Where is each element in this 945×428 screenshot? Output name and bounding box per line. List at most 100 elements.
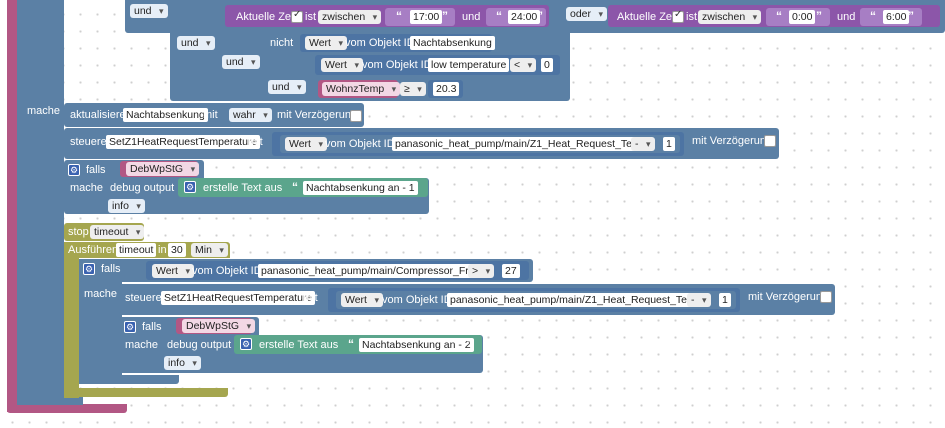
debug-text-3[interactable]: Nachtabsenkung an - 2	[359, 338, 474, 352]
text-join-label-1: erstelle Text aus	[203, 182, 283, 194]
gear-icon[interactable]: ⚙	[68, 164, 80, 176]
time-ist-2: ist	[686, 11, 697, 23]
time-to-field-1[interactable]: 24:00	[508, 10, 541, 24]
compare-op-dropdown-2[interactable]: >	[468, 264, 495, 278]
time-ist-1: ist	[305, 11, 316, 23]
time-op-dropdown-1[interactable]: zwischen	[318, 10, 382, 24]
time-from-field-2[interactable]: 0:00	[789, 10, 816, 24]
quote-close-icon: ”	[412, 180, 418, 194]
object-id-nachtabsenkung[interactable]: Nachtabsenkung	[410, 36, 495, 50]
compare-value-27[interactable]: 27	[502, 264, 520, 278]
wert-dropdown[interactable]: Wert	[305, 36, 347, 50]
compare-value-0[interactable]: 0	[541, 58, 553, 72]
wohnztemp-value[interactable]: 20.3	[433, 82, 460, 96]
control-id-2[interactable]: SetZ1HeatRequestTemperature	[161, 291, 316, 305]
stop-timeout-dropdown[interactable]: timeout	[90, 225, 145, 239]
math-value-2[interactable]: 1	[719, 293, 731, 307]
und-dropdown-1[interactable]: und	[130, 4, 168, 18]
timeout-value-field[interactable]: 30	[168, 243, 186, 257]
time-from-field-1[interactable]: 17:00	[410, 10, 443, 24]
if-var-dropdown-3[interactable]: DebWpStG	[182, 319, 256, 333]
quote-open-icon: “	[776, 9, 782, 23]
compare-op-dropdown[interactable]: ≥	[400, 82, 426, 96]
if-mache-2: mache	[84, 288, 118, 300]
gear-icon[interactable]: ⚙	[184, 181, 196, 193]
control-object-id-2[interactable]: panasonic_heat_pump/main/Z1_Heat_Request…	[447, 293, 705, 307]
vom-objekt-label: vom Objekt ID	[192, 265, 262, 277]
timeout-unit-dropdown[interactable]: Min	[191, 243, 228, 257]
quote-open-icon: “	[870, 9, 876, 23]
if-var-dropdown-1[interactable]: DebWpStG	[126, 162, 200, 176]
time-op-dropdown-2[interactable]: zwischen	[698, 10, 762, 24]
time-and-1: und	[462, 11, 481, 23]
time-label-1: Aktuelle Zeit	[236, 11, 297, 23]
if-falls-1: falls	[86, 164, 106, 176]
timeout-block-side	[64, 242, 79, 398]
mache-label-main: mache	[27, 105, 61, 117]
if-block-2-bottom	[79, 375, 179, 384]
vom-objekt-label: vom Objekt ID	[345, 37, 415, 49]
control-id-1[interactable]: SetZ1HeatRequestTemperature	[106, 135, 261, 149]
time-checkbox-1[interactable]	[291, 9, 303, 23]
time-label-2: Aktuelle Zeit	[617, 11, 678, 23]
quote-open-icon: “	[496, 9, 502, 23]
timeout-run-label: Ausführen	[68, 244, 119, 256]
vom-objekt-label: vom Objekt ID	[382, 294, 452, 306]
update-value-dropdown[interactable]: wahr	[229, 108, 272, 122]
if-falls-3: falls	[142, 321, 162, 333]
wert-dropdown[interactable]: Wert	[285, 137, 327, 151]
quote-open-icon: “	[396, 9, 402, 23]
wohnztemp-dropdown[interactable]: WohnzTemp	[322, 82, 401, 96]
control-mit-1: mit	[248, 136, 263, 148]
math-op-dropdown-1[interactable]: -	[631, 137, 655, 151]
text-join-label-3: erstelle Text aus	[259, 339, 339, 351]
outer-event-frame-bottom	[7, 404, 127, 413]
gear-icon[interactable]: ⚙	[124, 321, 136, 333]
compare-op-dropdown[interactable]: <	[510, 58, 537, 72]
update-delay-checkbox[interactable]	[350, 110, 362, 122]
compressor-object-id[interactable]: panasonic_heat_pump/main/Compressor_Freq	[258, 264, 484, 278]
control-object-id-1[interactable]: panasonic_heat_pump/main/Z1_Heat_Request…	[392, 137, 650, 151]
vom-objekt-label: vom Objekt ID	[362, 59, 432, 71]
control-label-1: steuere	[70, 136, 107, 148]
quote-open-icon: “	[292, 180, 298, 194]
if-falls-2: falls	[101, 263, 121, 275]
time-checkbox-2[interactable]	[672, 9, 684, 23]
quote-close-icon: ”	[816, 9, 822, 23]
outer-event-frame	[7, 0, 17, 412]
debug-text-1[interactable]: Nachtabsenkung an - 1	[303, 181, 418, 195]
quote-close-icon: ”	[537, 9, 543, 23]
und-dropdown-3[interactable]: und	[222, 55, 260, 69]
stop-label: stop	[68, 226, 89, 238]
object-id-low-temperature[interactable]: low temperature	[428, 58, 510, 72]
timeout-block-bottom	[64, 388, 228, 397]
wert-dropdown[interactable]: Wert	[341, 293, 383, 307]
time-to-field-2[interactable]: 6:00	[883, 10, 910, 24]
control-delay-checkbox-2[interactable]	[820, 291, 832, 303]
gear-icon[interactable]: ⚙	[83, 263, 95, 275]
math-op-dropdown-2[interactable]: -	[687, 293, 711, 307]
quote-close-icon: ”	[908, 9, 914, 23]
math-value-1[interactable]: 1	[663, 137, 675, 151]
und-dropdown-2[interactable]: und	[177, 36, 215, 50]
update-label: aktualisiere	[70, 109, 126, 121]
quote-close-icon: ”	[442, 9, 448, 23]
wert-dropdown[interactable]: Wert	[321, 58, 363, 72]
quote-close-icon: ”	[466, 337, 472, 351]
update-delay-label: mit Verzögerung	[277, 109, 358, 121]
gear-icon[interactable]: ⚙	[240, 338, 252, 350]
debug-level-dropdown-1[interactable]: info	[108, 199, 145, 213]
timeout-name-field[interactable]: timeout	[116, 243, 157, 257]
timeout-in-label: in	[158, 244, 167, 256]
wert-dropdown[interactable]: Wert	[152, 264, 194, 278]
debug-label-1: debug output	[110, 182, 175, 194]
control-delay-checkbox-1[interactable]	[764, 135, 776, 147]
oder-dropdown[interactable]: oder	[566, 7, 608, 21]
update-mit-label: mit	[203, 109, 218, 121]
und-dropdown-4[interactable]: und	[268, 80, 306, 94]
vom-objekt-label: vom Objekt ID	[325, 138, 395, 150]
if-mache-3: mache	[125, 339, 159, 351]
quote-open-icon: “	[348, 337, 354, 351]
update-object-id[interactable]: Nachtabsenkung	[123, 108, 208, 122]
debug-level-dropdown-3[interactable]: info	[164, 356, 201, 370]
